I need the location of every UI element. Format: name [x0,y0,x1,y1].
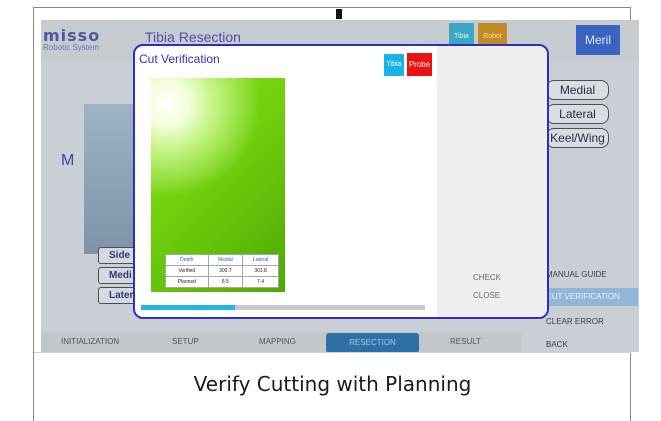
table-header: Medial [207,254,244,266]
cut-surface-heatmap: Depth Medial Lateral Verified 300.7 301.… [151,78,285,292]
verification-table: Depth Medial Lateral Verified 300.7 301.… [165,254,279,288]
nav-initialization[interactable]: INITIALIZATION [61,337,119,346]
medial-mini-button[interactable]: Medi [98,267,138,284]
caption-text: Verify Cutting with Planning [193,372,472,396]
nav-setup[interactable]: SETUP [172,337,199,346]
menu-button[interactable]: Meril [576,25,620,55]
side-letter: M [61,152,75,169]
keel-wing-button[interactable]: Keel/Wing [546,128,609,148]
table-row: Verified 300.7 301.8 [165,265,279,277]
table-cell: 8.5 [207,276,244,288]
table-cell: Verified [165,265,209,277]
nav-resection[interactable]: RESECTION [326,333,419,352]
table-header-row: Depth Medial Lateral [165,254,279,266]
verification-progress-bar [141,305,425,310]
clear-error-item[interactable]: CLEAR ERROR [546,317,604,326]
back-item[interactable]: BACK [546,340,568,349]
tibia-tag: Tibia [384,54,404,76]
close-button[interactable]: CLOSE [473,291,500,300]
table-cell: 301.8 [242,265,279,277]
table-row: Planned 8.5 7.4 [165,276,279,288]
table-header: Lateral [242,254,279,266]
check-button[interactable]: CHECK [473,273,501,282]
table-header: Depth [165,254,209,266]
camera-notch [336,9,342,19]
caption-divider [34,352,631,353]
nav-result[interactable]: RESULT [450,337,481,346]
manual-guide-item[interactable]: MANUAL GUIDE [546,270,607,279]
progress-fill [141,305,235,310]
probe-tag: Probe [407,53,432,76]
lateral-button[interactable]: Lateral [546,104,609,124]
side-mini-button[interactable]: Side [98,247,138,264]
app-logo-subtitle: Robotic System [43,43,100,52]
medial-button[interactable]: Medial [546,80,609,100]
page-title: Tibia Resection [145,29,241,45]
table-cell: 300.7 [207,265,244,277]
table-cell: 7.4 [242,276,279,288]
cut-verification-dialog: Cut Verification Tibia Probe Depth Media… [133,44,549,319]
cut-verification-item[interactable]: CUT VERIFICATION [541,288,638,306]
dialog-title: Cut Verification [139,52,220,66]
table-cell: Planned [165,276,209,288]
lateral-mini-button[interactable]: Later [98,287,138,304]
nav-mapping[interactable]: MAPPING [259,337,296,346]
